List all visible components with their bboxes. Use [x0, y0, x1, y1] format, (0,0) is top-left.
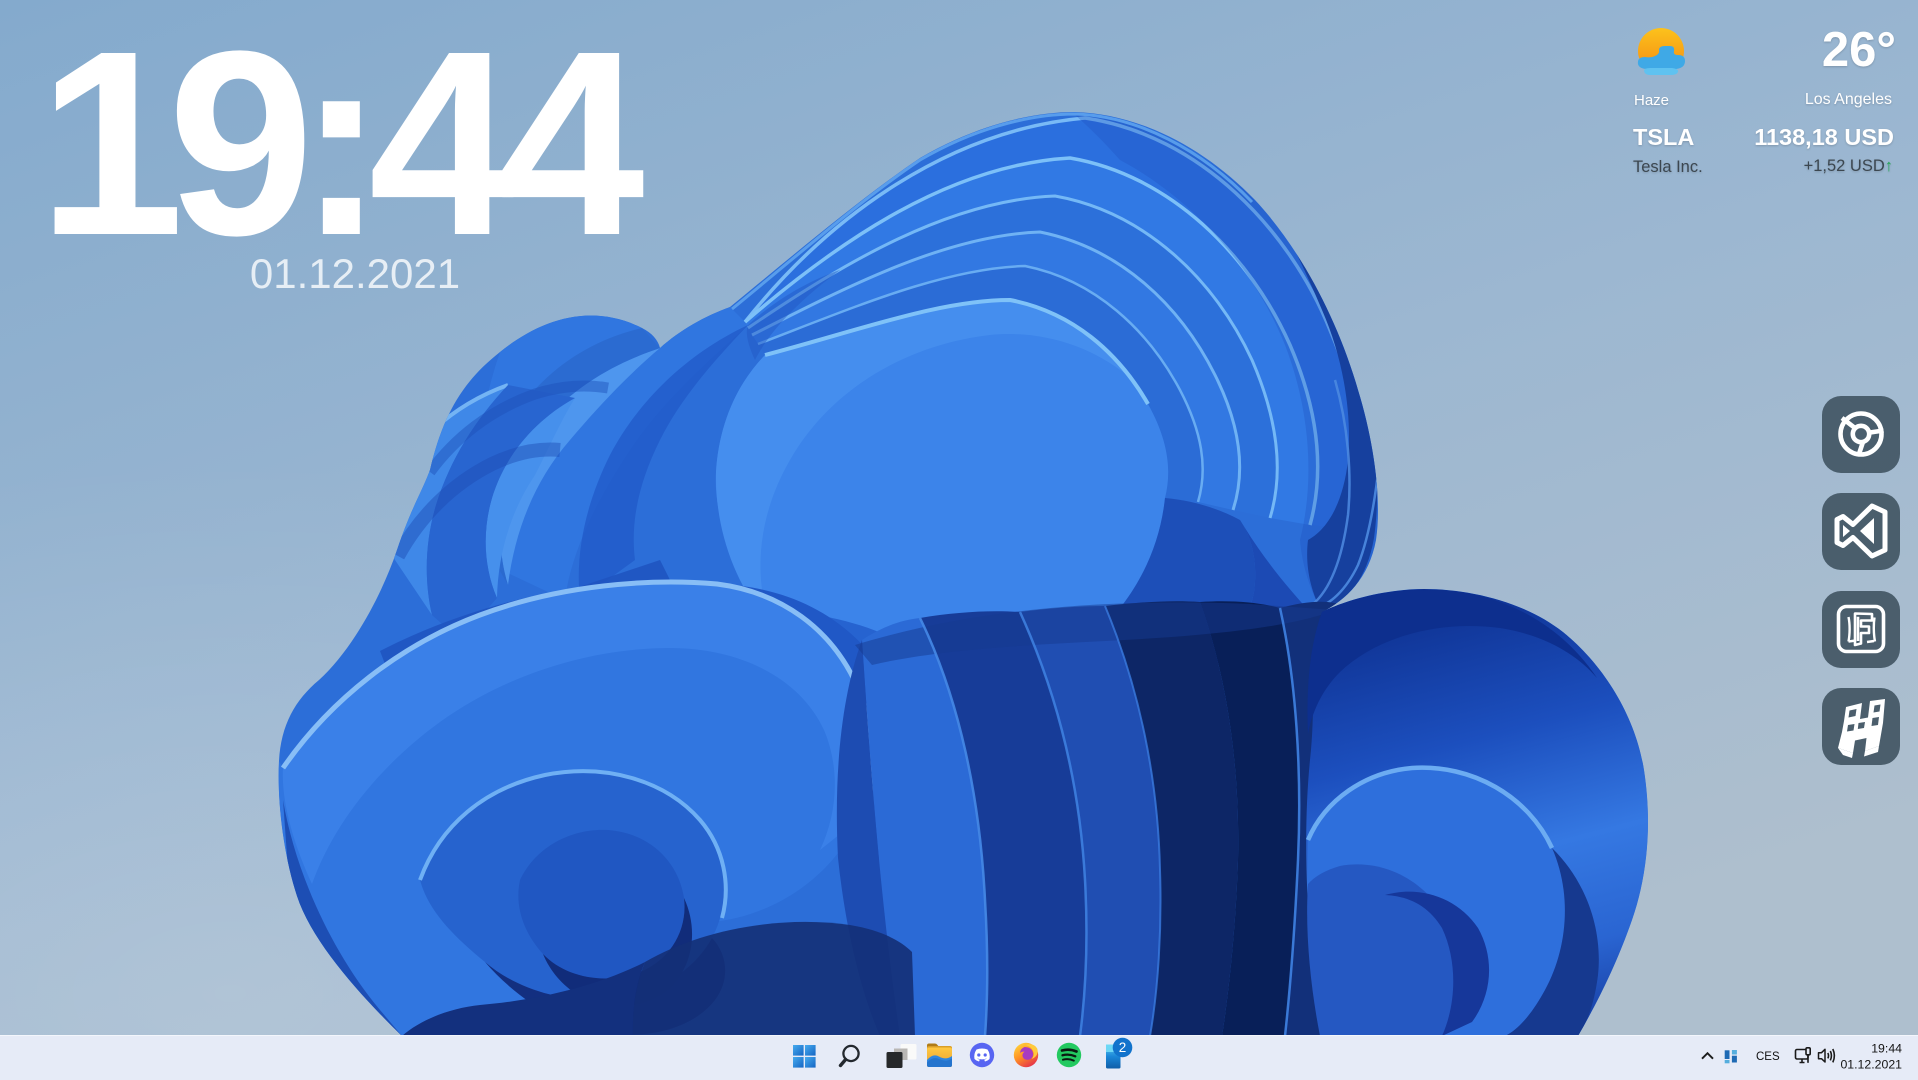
svg-text:19:44: 19:44: [1871, 1042, 1902, 1056]
svg-text:CES: CES: [1756, 1051, 1780, 1063]
svg-text:01.12.2021: 01.12.2021: [1840, 1058, 1902, 1072]
svg-text:2: 2: [1119, 1040, 1127, 1055]
